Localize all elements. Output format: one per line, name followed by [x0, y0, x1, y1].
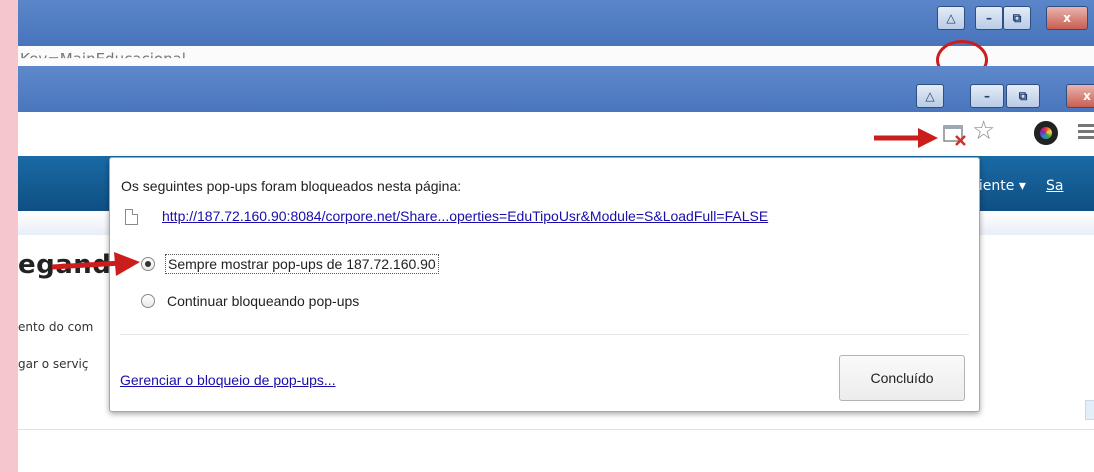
popup-blocked-bubble: Os seguintes pop-ups foram bloqueados ne… [109, 157, 980, 412]
bg-close-button[interactable]: x [1046, 6, 1088, 30]
fg-profile-button[interactable]: △ [916, 84, 944, 108]
page-text-line-2: gar o serviç [18, 357, 89, 371]
background-window-titlebar [18, 0, 1094, 46]
option-keep-blocking-label: Continuar bloqueando pop-ups [167, 293, 360, 309]
fg-minimize-button[interactable]: – [970, 84, 1004, 108]
screenshot-canvas: △ – ⧉ x Key=MainEducacional △ – ⧉ x ☆ bi… [0, 0, 1094, 472]
fg-restore-button[interactable]: ⧉ [1006, 84, 1040, 108]
bg-restore-button[interactable]: ⧉ [1003, 6, 1031, 30]
bubble-divider [120, 334, 969, 335]
bg-minimize-button[interactable]: – [975, 6, 1003, 30]
fg-close-button[interactable]: x [1066, 84, 1094, 108]
radio-always-show[interactable] [141, 257, 155, 271]
option-always-show[interactable]: Sempre mostrar pop-ups de 187.72.160.90 [141, 254, 439, 274]
radio-keep-blocking[interactable] [141, 294, 155, 308]
annotation-arrow-top [874, 128, 938, 148]
page-text-line-1: ento do com [18, 320, 94, 334]
bg-profile-button[interactable]: △ [937, 6, 965, 30]
popup-blocked-icon[interactable] [943, 123, 967, 147]
manage-popup-blocking-link[interactable]: Gerenciar o bloqueio de pop-ups... [120, 372, 336, 388]
star-icon[interactable]: ☆ [972, 118, 995, 144]
extension-icon[interactable] [1034, 121, 1058, 145]
done-button[interactable]: Concluído [839, 355, 965, 401]
document-icon [125, 209, 138, 225]
page-divider [18, 429, 1094, 430]
nav-sa-link[interactable]: Sa [1046, 178, 1063, 194]
annotation-arrow-radio [51, 252, 140, 276]
blocked-popup-link[interactable]: http://187.72.160.90:8084/corpore.net/Sh… [162, 208, 768, 224]
menu-icon[interactable] [1078, 124, 1094, 140]
option-always-show-label: Sempre mostrar pop-ups de 187.72.160.90 [165, 254, 439, 274]
page-side-tab [1085, 400, 1094, 420]
bubble-heading: Os seguintes pop-ups foram bloqueados ne… [121, 178, 462, 194]
option-keep-blocking[interactable]: Continuar bloqueando pop-ups [141, 292, 361, 310]
